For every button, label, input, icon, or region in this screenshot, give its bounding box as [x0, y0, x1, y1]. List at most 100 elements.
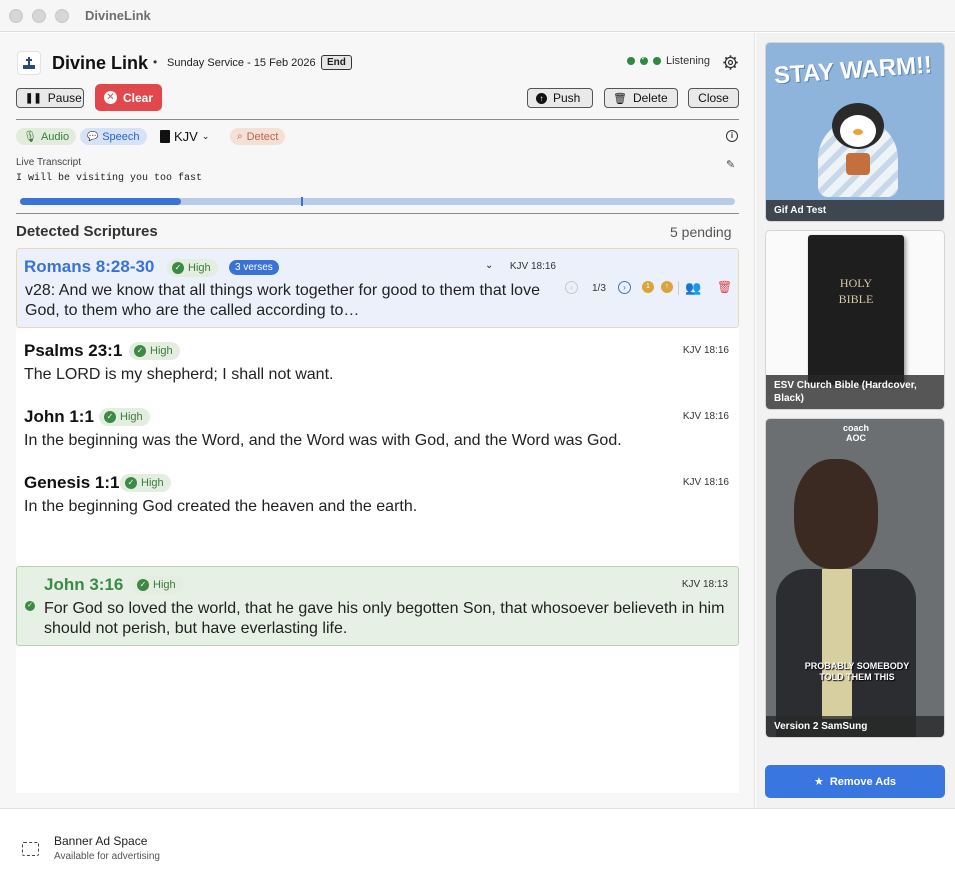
scripture-meta: KJV 18:13: [681, 579, 728, 590]
banner-title: Banner Ad Space: [54, 834, 148, 848]
scripture-item[interactable]: John 1:1 ✓ High KJV 18:16 In the beginni…: [16, 402, 739, 460]
push-verse-icon[interactable]: 1: [642, 281, 654, 293]
scripture-reference[interactable]: Genesis 1:1: [24, 473, 119, 493]
scripture-text: The LORD is my shepherd; I shall not wan…: [24, 366, 334, 383]
scripture-item-pushed[interactable]: ✓ John 3:16 ✓ High KJV 18:13 For God so …: [16, 566, 739, 646]
ad-card[interactable]: STAY WARM!! Gif Ad Test: [765, 42, 945, 222]
confidence-badge: ✓ High: [132, 576, 183, 594]
audio-toggle[interactable]: 🎙 Audio: [16, 128, 77, 145]
trash-icon: 🗑: [613, 92, 627, 105]
translation-select[interactable]: KJV ⌄: [160, 129, 209, 144]
scripture-text: In the beginning God created the heaven …: [24, 498, 418, 515]
push-up-icon: ↑: [536, 92, 547, 104]
close-button[interactable]: Close: [688, 88, 739, 108]
scripture-list: Romans 8:28-30 ✓ High 3 verses ⌄ KJV 18:…: [16, 248, 739, 793]
pushed-check-icon: ✓: [25, 601, 35, 611]
check-icon: ✓: [104, 411, 116, 423]
detect-toggle[interactable]: ⌕ Detect: [230, 128, 286, 145]
ad-brand-text: coach AOC: [842, 423, 869, 443]
divider: [16, 119, 739, 120]
gear-icon[interactable]: [722, 54, 739, 71]
scripture-item-selected[interactable]: Romans 8:28-30 ✓ High 3 verses ⌄ KJV 18:…: [16, 248, 739, 328]
check-icon: ✓: [172, 262, 184, 274]
scripture-text: For God so loved the world, that he gave…: [44, 600, 725, 637]
clear-button[interactable]: ✕ Clear: [95, 84, 162, 111]
scripture-text: In the beginning was the Word, and the W…: [24, 432, 622, 449]
push-all-icon[interactable]: ↑: [661, 281, 673, 293]
confidence-label: High: [153, 579, 176, 591]
banner-ad: Banner Ad Space Available for advertisin…: [0, 808, 955, 888]
book-icon: [160, 130, 170, 143]
pause-label: Pause: [47, 91, 82, 105]
detect-label: Detect: [246, 130, 279, 143]
divider: [16, 213, 739, 214]
listening-dot-icon: [653, 57, 661, 65]
check-icon: ✓: [134, 345, 146, 357]
delete-label: Delete: [632, 91, 668, 105]
delete-verse-icon[interactable]: 🗑: [717, 280, 732, 294]
confidence-badge: ✓ High: [99, 408, 150, 426]
close-window-button[interactable]: [9, 9, 23, 23]
info-icon[interactable]: i: [726, 130, 738, 142]
scripture-meta: KJV 18:16: [682, 345, 729, 356]
translation-label: KJV: [174, 129, 198, 144]
video-illustration: coach AOC PROBABLY SOMEBODY TOLD THEM TH…: [766, 419, 944, 737]
end-service-button[interactable]: End: [321, 55, 352, 70]
ad-card[interactable]: HOLY BIBLE ESV Church Bible (Hardcover, …: [765, 230, 945, 410]
chevron-down-icon: ⌄: [201, 131, 210, 141]
push-button[interactable]: ↑ Push: [527, 88, 593, 108]
remove-ads-button[interactable]: ★ Remove Ads: [765, 765, 945, 798]
scripture-reference[interactable]: Psalms 23:1: [24, 341, 122, 361]
ad-caption: Version 2 SamSung: [766, 716, 944, 737]
next-verse-icon[interactable]: ›: [618, 281, 631, 294]
pause-icon: ❚❚: [25, 92, 42, 104]
app-name: Divine Link: [52, 53, 149, 73]
previous-verse-icon[interactable]: ‹: [565, 281, 578, 294]
star-icon: ★: [813, 776, 824, 788]
chevron-down-icon[interactable]: ⌄: [485, 260, 493, 271]
progress-fill: [20, 198, 181, 205]
window-title: DivineLink: [85, 8, 151, 23]
zoom-window-button[interactable]: [55, 9, 69, 23]
detected-title: Detected Scriptures: [16, 223, 158, 240]
ad-card[interactable]: coach AOC PROBABLY SOMEBODY TOLD THEM TH…: [765, 418, 945, 738]
scripture-item[interactable]: Genesis 1:1 ✓ High KJV 18:16 In the begi…: [16, 468, 739, 526]
penguin-illustration: [818, 97, 898, 197]
delete-button[interactable]: 🗑 Delete: [604, 88, 678, 108]
audience-icon[interactable]: 👥: [685, 280, 701, 296]
listening-status: ✓ Listening: [627, 55, 710, 67]
confidence-label: High: [188, 262, 211, 274]
ad-art-text: PROBABLY SOMEBODY TOLD THEM THIS: [804, 661, 910, 682]
transcript-progress: [20, 197, 735, 206]
scripture-meta: KJV 18:16: [509, 261, 556, 272]
check-icon: ✓: [137, 579, 149, 591]
scripture-text: v28: And we know that all things work to…: [25, 282, 540, 319]
pencil-icon[interactable]: ✎: [726, 158, 735, 171]
audio-label: Audio: [40, 130, 70, 143]
verse-pager: 1/3: [592, 283, 606, 294]
close-label: Close: [698, 91, 729, 105]
status-check-icon: ✓: [640, 55, 648, 65]
transcript-label: Live Transcript: [16, 157, 82, 168]
verses-badge: 3 verses: [229, 260, 279, 275]
status-label: Listening: [666, 55, 711, 67]
title-bar: DivineLink: [0, 0, 955, 32]
scripture-item[interactable]: Psalms 23:1 ✓ High KJV 18:16 The LORD is…: [16, 336, 739, 394]
check-icon: ✓: [125, 477, 137, 489]
scripture-reference[interactable]: John 1:1: [24, 407, 94, 427]
ad-art-text: STAY WARM!!: [773, 51, 933, 90]
minimize-window-button[interactable]: [32, 9, 46, 23]
confidence-label: High: [120, 411, 143, 423]
scripture-meta: KJV 18:16: [682, 411, 729, 422]
confidence-label: High: [141, 477, 164, 489]
scripture-meta: KJV 18:16: [682, 477, 729, 488]
confidence-badge: ✓ High: [167, 259, 218, 277]
ad-caption: ESV Church Bible (Hardcover, Black): [766, 375, 944, 409]
speech-toggle[interactable]: 💬 Speech: [80, 128, 147, 145]
scripture-reference[interactable]: Romans 8:28-30: [24, 257, 154, 277]
pause-button[interactable]: ❚❚ Pause: [16, 88, 84, 108]
banner-placeholder-icon: [22, 842, 39, 856]
remove-ads-label: Remove Ads: [829, 775, 897, 788]
scripture-reference[interactable]: John 3:16: [44, 575, 123, 595]
confidence-label: High: [150, 345, 173, 357]
